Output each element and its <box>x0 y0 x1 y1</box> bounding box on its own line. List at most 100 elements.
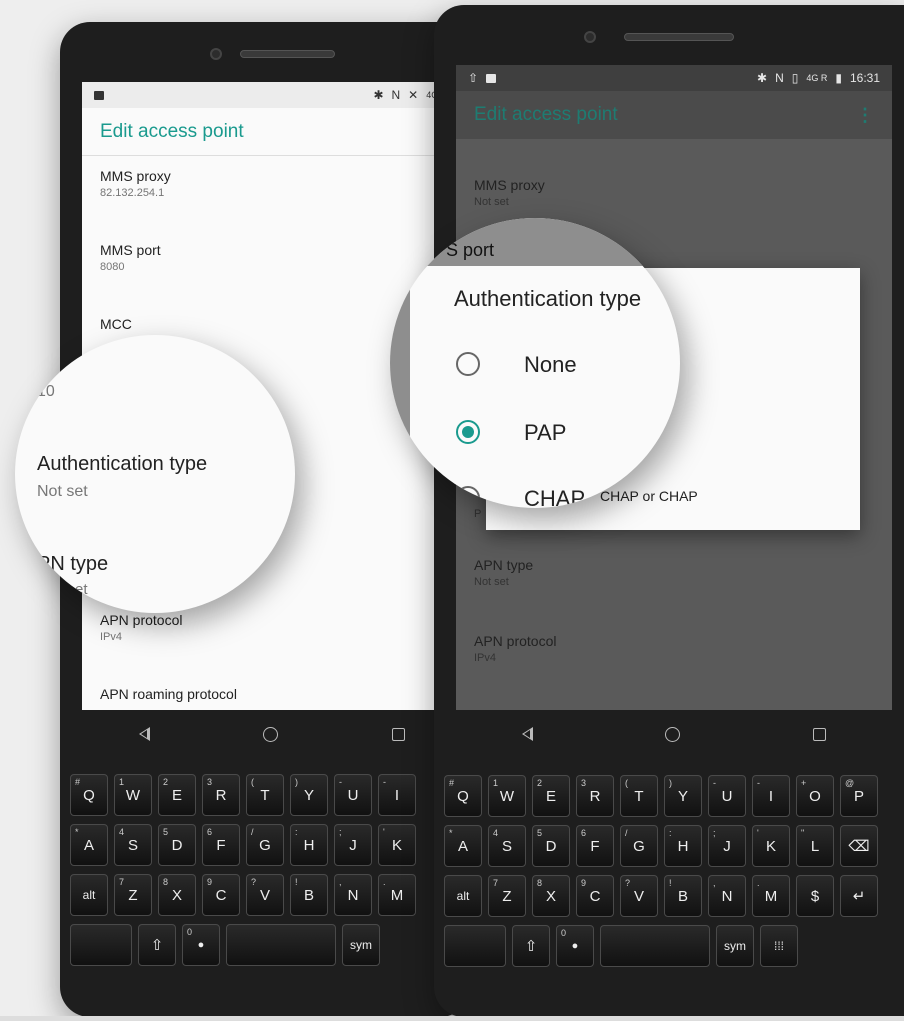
key-i[interactable]: -I <box>752 775 790 817</box>
key-j[interactable]: ; J <box>708 825 746 867</box>
key-r[interactable]: 3R <box>202 774 240 816</box>
radio-chap[interactable] <box>456 486 480 508</box>
nav-bar <box>82 710 462 758</box>
key-backspace[interactable]: ⌫ <box>840 825 878 867</box>
back-icon[interactable] <box>522 727 534 741</box>
key-e[interactable]: 2E <box>158 774 196 816</box>
key-q[interactable]: # Q <box>444 775 482 817</box>
key-q[interactable]: # Q <box>70 774 108 816</box>
key-b[interactable]: ! B <box>664 875 702 917</box>
key-dollar[interactable]: $ <box>796 875 834 917</box>
keyboard-row-2: * A 4S 5D 6F / G :H ; J ' K " L ⌫ <box>444 825 878 867</box>
key-l[interactable]: " L <box>796 825 834 867</box>
key-mic[interactable]: 0 ● <box>182 924 220 966</box>
key-y[interactable]: ) Y <box>290 774 328 816</box>
recents-icon[interactable] <box>392 727 406 741</box>
battery-icon: ▮ <box>835 71 842 85</box>
radio-pap[interactable] <box>456 420 480 444</box>
bluetooth-icon: ✱ <box>373 88 384 102</box>
key-alt[interactable]: alt <box>444 875 482 917</box>
key-alt[interactable]: alt <box>70 874 108 916</box>
list-item-apn-type[interactable]: APN type Not set <box>474 557 533 588</box>
key-s[interactable]: 4S <box>488 825 526 867</box>
key-z[interactable]: 7Z <box>488 875 526 917</box>
keyboard-row-3: alt 7Z 8X 9C ? V ! B ,N .M $ ↵ <box>444 875 878 917</box>
key-z[interactable]: 7Z <box>114 874 152 916</box>
key-blank-left[interactable] <box>70 924 132 966</box>
key-c[interactable]: 9C <box>576 875 614 917</box>
key-y[interactable]: ) Y <box>664 775 702 817</box>
key-j[interactable]: ; J <box>334 824 372 866</box>
key-r[interactable]: 3R <box>576 775 614 817</box>
backspace-icon: ⌫ <box>848 838 870 855</box>
key-a[interactable]: * A <box>444 825 482 867</box>
more-options-icon[interactable]: ⋮ <box>856 105 874 126</box>
list-item-mms-proxy[interactable]: MMS proxy Not set <box>474 177 545 208</box>
key-a[interactable]: * A <box>70 824 108 866</box>
key-t[interactable]: (T <box>620 775 658 817</box>
dialog-option-chap-label[interactable]: CHAP or CHAP <box>600 488 698 504</box>
key-h[interactable]: :H <box>664 825 702 867</box>
key-apps[interactable]: ⁞⁞⁞ <box>760 925 798 967</box>
key-t[interactable]: (T <box>246 774 284 816</box>
key-m[interactable]: .M <box>752 875 790 917</box>
key-v[interactable]: ? V <box>246 874 284 916</box>
key-s[interactable]: 4S <box>114 824 152 866</box>
key-n[interactable]: ,N <box>708 875 746 917</box>
key-blank-left[interactable] <box>444 925 506 967</box>
key-sym[interactable]: sym <box>342 924 380 966</box>
home-icon[interactable] <box>665 726 681 742</box>
mms-port-fragment: S port <box>446 240 495 260</box>
dimmed-background <box>390 218 680 266</box>
key-c[interactable]: 9C <box>202 874 240 916</box>
auth-type-title[interactable]: Authentication type <box>37 453 207 476</box>
list-item-mms-port[interactable]: MMS port 8080 <box>100 242 161 273</box>
key-d[interactable]: 5D <box>158 824 196 866</box>
microphone-icon: ● <box>571 940 579 952</box>
option-pap-label[interactable]: PAP <box>524 420 566 446</box>
key-shift[interactable]: ⇧ <box>138 924 176 966</box>
key-e[interactable]: 2E <box>532 775 570 817</box>
key-u[interactable]: -U <box>334 774 372 816</box>
key-x[interactable]: 8X <box>532 875 570 917</box>
key-w[interactable]: 1W <box>488 775 526 817</box>
clock: 16:31 <box>849 71 880 85</box>
network-4g-icon: 4G R <box>806 73 828 83</box>
key-o[interactable]: + O <box>796 775 834 817</box>
keyboard-row-4: ⇧ 0 ● sym ⁞⁞⁞ <box>444 925 878 967</box>
key-f[interactable]: 6F <box>202 824 240 866</box>
key-k[interactable]: ' K <box>752 825 790 867</box>
home-icon[interactable] <box>263 726 279 742</box>
key-f[interactable]: 6F <box>576 825 614 867</box>
key-w[interactable]: 1W <box>114 774 152 816</box>
option-chap-label[interactable]: CHAP <box>524 486 585 508</box>
key-h[interactable]: :H <box>290 824 328 866</box>
key-g[interactable]: / G <box>620 825 658 867</box>
radio-none[interactable] <box>456 352 480 376</box>
list-item-apn-protocol[interactable]: APN protocol IPv4 <box>100 612 182 643</box>
key-g[interactable]: / G <box>246 824 284 866</box>
key-mic[interactable]: 0 ● <box>556 925 594 967</box>
key-space[interactable] <box>600 925 710 967</box>
key-p[interactable]: @ P <box>840 775 878 817</box>
recents-icon[interactable] <box>812 727 826 741</box>
key-shift[interactable]: ⇧ <box>512 925 550 967</box>
option-none-label[interactable]: None <box>524 352 577 378</box>
key-d[interactable]: 5D <box>532 825 570 867</box>
key-b[interactable]: ! B <box>290 874 328 916</box>
key-sym[interactable]: sym <box>716 925 754 967</box>
key-i[interactable]: -I <box>378 774 416 816</box>
list-item-apn-roaming-protocol[interactable]: APN roaming protocol <box>100 686 237 702</box>
key-m[interactable]: .M <box>378 874 416 916</box>
list-item-apn-protocol[interactable]: APN protocol IPv4 <box>474 633 556 664</box>
key-v[interactable]: ? V <box>620 875 658 917</box>
key-x[interactable]: 8X <box>158 874 196 916</box>
key-k[interactable]: ' K <box>378 824 416 866</box>
key-enter[interactable]: ↵ <box>840 875 878 917</box>
key-space[interactable] <box>226 924 336 966</box>
key-u[interactable]: -U <box>708 775 746 817</box>
key-n[interactable]: ,N <box>334 874 372 916</box>
back-icon[interactable] <box>138 727 150 741</box>
list-item-mms-proxy[interactable]: MMS proxy 82.132.254.1 <box>100 168 171 199</box>
list-item-mcc[interactable]: MCC <box>100 316 132 335</box>
